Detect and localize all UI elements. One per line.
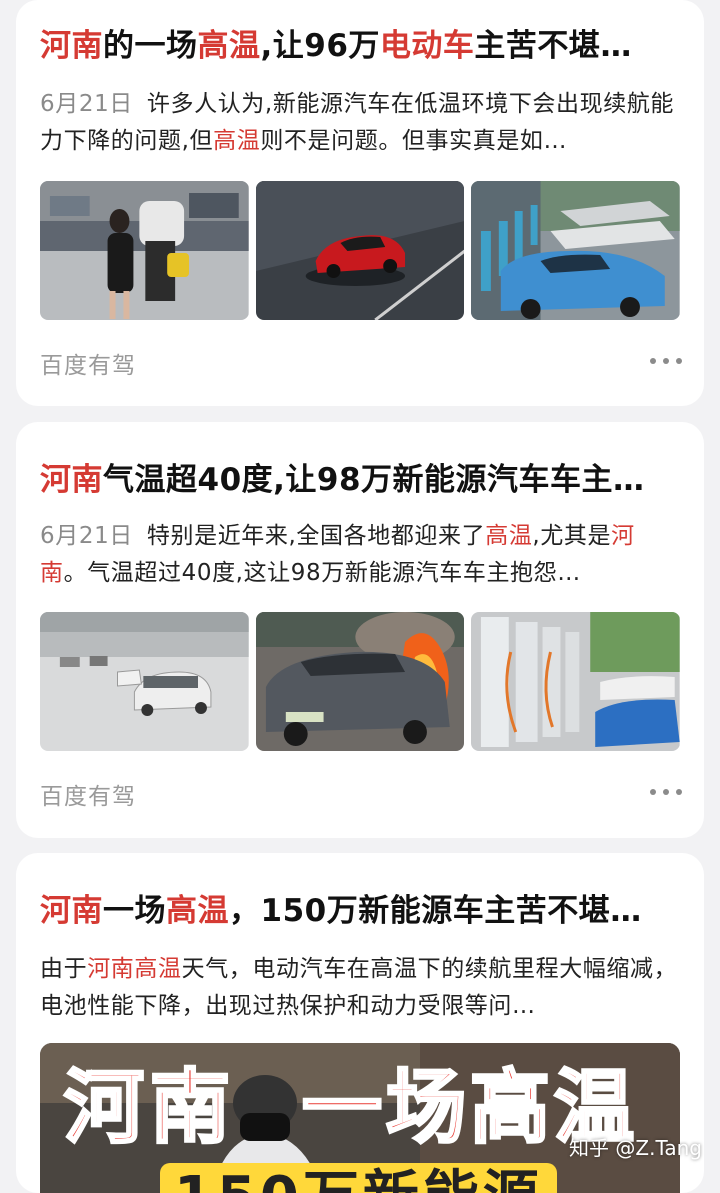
highlighted-keyword: 高温	[485, 523, 533, 549]
thumbnail-pedestrians[interactable]	[40, 181, 249, 320]
source-label: 百度有驾	[40, 784, 136, 810]
watermark: 知乎 @Z.Tang	[569, 1136, 702, 1160]
more-options-icon[interactable]	[650, 782, 682, 802]
card-title[interactable]: 河南气温超40度,让98万新能源汽车车主…	[40, 460, 680, 500]
cover-headline-1: 河南	[63, 1061, 236, 1154]
highlighted-keyword: 河南	[40, 28, 103, 64]
highlighted-keyword: 高温	[166, 893, 229, 929]
card-title[interactable]: 河南一场高温，150万新能源车主苦不堪…	[40, 891, 680, 931]
text-segment: 主苦不堪…	[474, 28, 632, 64]
thumbnail-charging-piles[interactable]	[471, 612, 681, 751]
text-segment: 的一场	[103, 28, 198, 64]
text-segment: 特别是近年来,全国各地都迎来了	[146, 523, 486, 549]
card-summary: 由于河南高温天气，电动汽车在高温下的续航里程大幅缩减，电池性能下降，出现过热保护…	[40, 951, 680, 1025]
thumbnail-row[interactable]	[40, 612, 681, 751]
source-label: 百度有驾	[40, 353, 136, 379]
thumbnail-snowy-road[interactable]	[40, 612, 249, 751]
text-segment: ,尤其是	[532, 523, 612, 549]
text-segment: 则不是问题。但事实真是如…	[260, 128, 568, 154]
card-summary: 6月21日 许多人认为,新能源汽车在低温环境下会出现续航能力下降的问题,但高温则不…	[40, 86, 680, 160]
news-card-1[interactable]: 河南的一场高温,让96万电动车主苦不堪… 6月21日 许多人认为,新能源汽车在低温…	[16, 0, 704, 406]
highlighted-keyword: 高温	[213, 128, 261, 154]
publish-date: 6月21日	[40, 523, 133, 549]
text-segment: ，150万新能源车主苦不堪…	[229, 893, 642, 929]
text-segment: 气温超40度,让98万新能源汽车车主…	[103, 462, 645, 498]
thumbnail-charging-station[interactable]	[471, 181, 681, 320]
publish-date: 6月21日	[40, 91, 133, 117]
text-segment: 。气温超过40度,这让98万新能源汽车车主抱怨…	[63, 560, 581, 586]
text-segment: ,让96万	[260, 28, 380, 64]
highlighted-keyword: 河南高温	[87, 956, 182, 982]
thumbnail-row[interactable]	[40, 181, 681, 320]
highlighted-keyword: 高温	[197, 28, 261, 64]
card-summary: 6月21日 特别是近年来,全国各地都迎来了高温,尤其是河南。气温超过40度,这让9…	[40, 518, 680, 592]
text-segment: 由于	[40, 956, 88, 982]
summary-text: 由于河南高温天气，电动汽车在高温下的续航里程大幅缩减，电池性能下降，出现过热保护…	[40, 956, 677, 1019]
thumbnail-burning-car[interactable]	[255, 612, 465, 751]
text-segment: 一场	[103, 893, 166, 929]
thumbnail-red-car[interactable]	[255, 181, 465, 320]
news-card-2[interactable]: 河南气温超40度,让98万新能源汽车车主… 6月21日 特别是近年来,全国各地都迎…	[16, 422, 704, 838]
more-options-icon[interactable]	[650, 351, 682, 371]
cover-image[interactable]: 河南 一场高温 150万新能源	[40, 1043, 680, 1193]
cover-headline-3: 150万新能源	[160, 1163, 557, 1193]
highlighted-keyword: 河南	[40, 462, 103, 498]
card-title[interactable]: 河南的一场高温,让96万电动车主苦不堪…	[40, 26, 680, 66]
summary-text: 许多人认为,新能源汽车在低温环境下会出现续航能力下降的问题,但高温则不是问题。但…	[40, 91, 674, 154]
highlighted-keyword: 电动车	[379, 28, 475, 64]
highlighted-keyword: 河南	[40, 893, 103, 929]
